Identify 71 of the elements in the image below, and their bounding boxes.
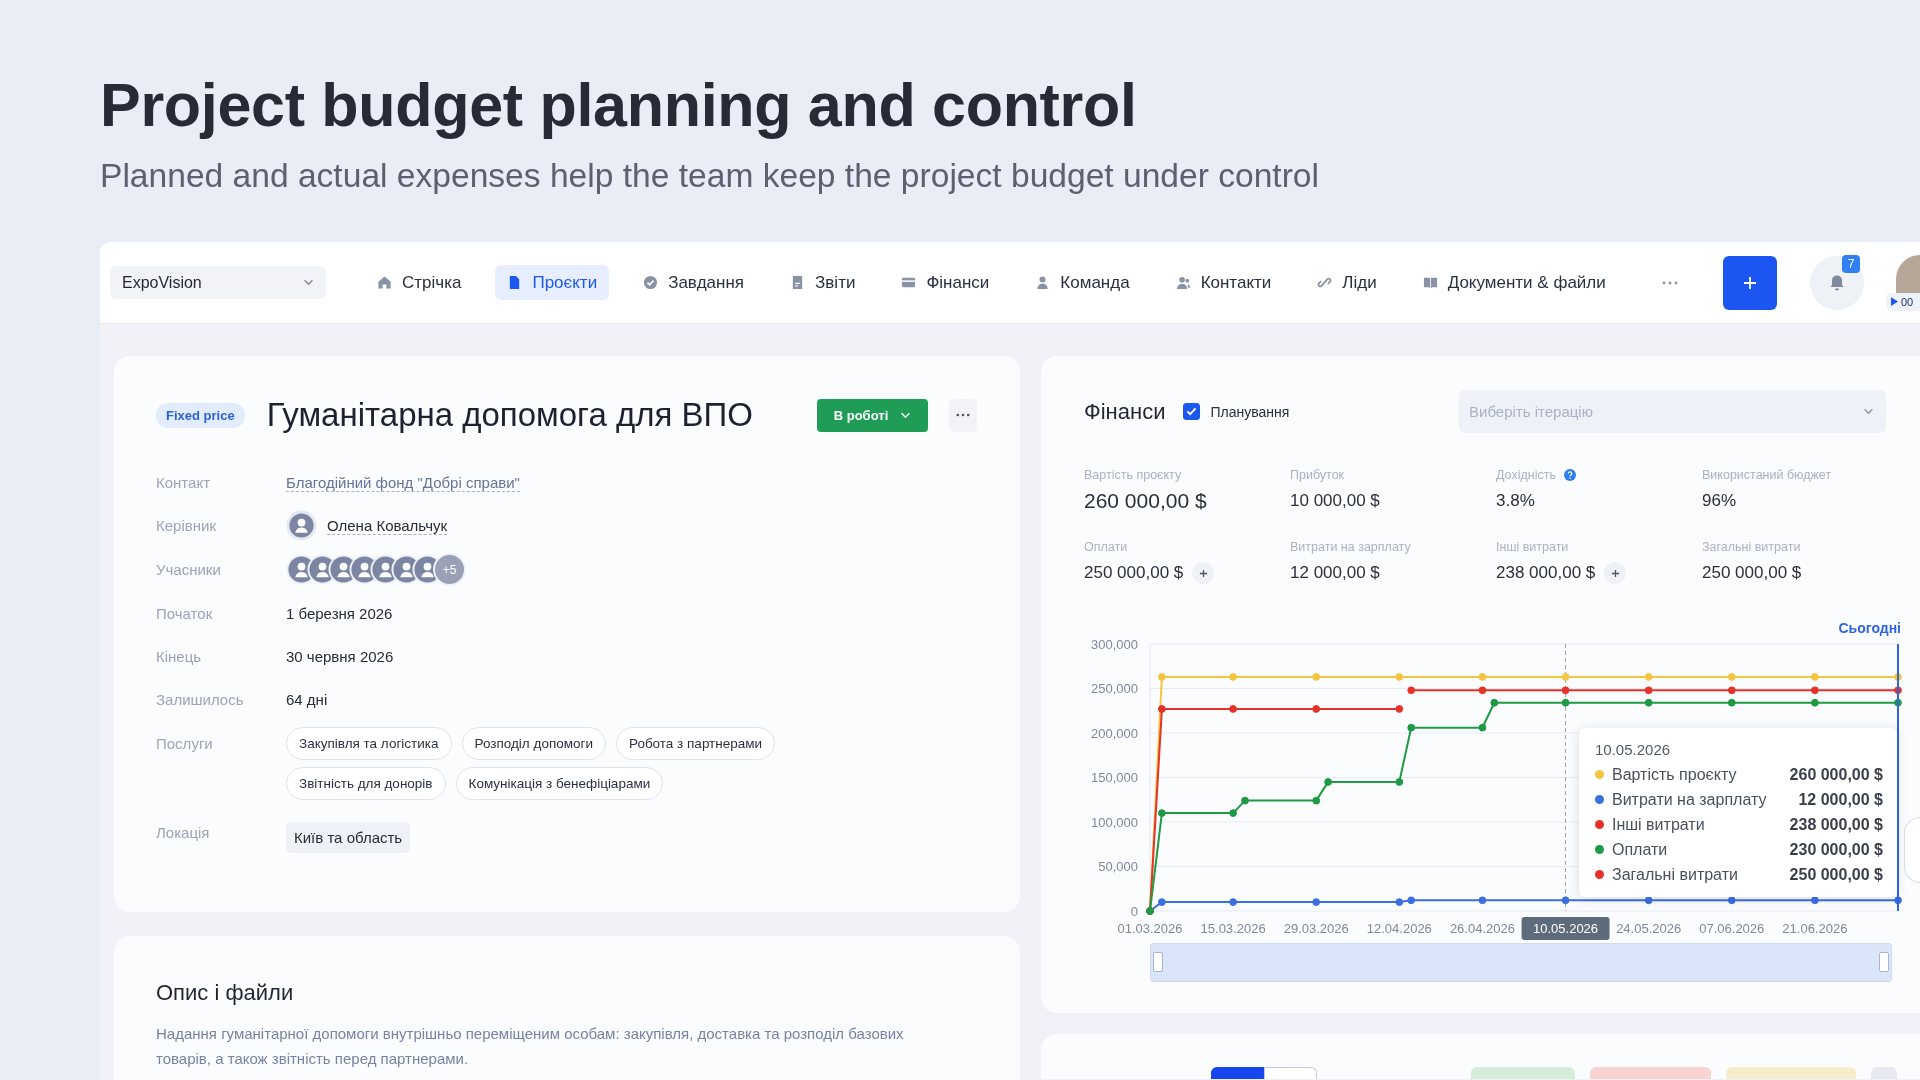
stat-value: 12 000,00 $	[1290, 563, 1380, 583]
y-axis-label: 50,000	[1098, 859, 1138, 874]
x-axis-label: 07.06.2026	[1699, 921, 1765, 936]
stat-value: 238 000,00 $	[1496, 563, 1596, 583]
tooltip-date: 10.05.2026	[1595, 740, 1672, 760]
y-axis-label: 100,000	[1091, 814, 1138, 830]
notification-badge: 7	[1842, 254, 1860, 273]
page-subtitle: Planned and actual expenses help the team keep the project budget under control	[100, 157, 1320, 195]
section-title: Опис і файли	[156, 979, 295, 1007]
timer-text: 00	[1901, 295, 1914, 308]
section-title: Фінанси	[1084, 398, 1166, 425]
service-tag: Комунікація з бенефіціарами	[455, 767, 664, 800]
stat-value: 250 000,00 $	[1084, 563, 1184, 583]
stat-value: 260 000,00 $	[1084, 489, 1207, 513]
x-axis-label: 15.03.2026	[1200, 921, 1266, 936]
field-label: Кінець	[156, 648, 203, 665]
tooltip-value: 230 000,00 $	[1789, 840, 1883, 859]
x-axis-label: 24.05.2026	[1616, 921, 1682, 936]
field-value: 64 дні	[286, 691, 328, 708]
tooltip-label: Інші витрати	[1612, 815, 1705, 834]
tooltip-value: 250 000,00 $	[1789, 865, 1883, 884]
stat-value: 96%	[1702, 491, 1737, 511]
planning-label: Планування	[1210, 403, 1290, 420]
field-value: 1 березня 2026	[286, 605, 393, 622]
x-axis-label: 12.04.2026	[1366, 921, 1432, 936]
x-axis-label: 29.03.2026	[1283, 921, 1349, 936]
y-axis-label: 300,000	[1091, 636, 1138, 652]
tooltip-label: Витрати на зарплату	[1612, 790, 1767, 809]
tooltip-label: Оплати	[1612, 840, 1668, 859]
field-label: Залишилось	[156, 691, 245, 708]
description-text: Надання гуманітарної допомоги внутрішньо переміщеним особам: закупівля, доставка та розподіл базових товарів, а також звітність перед партнерами.	[156, 1024, 905, 1069]
field-label: Початок	[156, 605, 214, 622]
field-value: 30 червня 2026	[286, 648, 394, 665]
field-label: Локація	[156, 824, 211, 841]
stat-label: Використаний бюджет	[1702, 468, 1832, 482]
service-tag: Розподіл допомоги	[461, 727, 606, 760]
service-tag: Закупівля та логістика	[286, 727, 452, 760]
x-tick-label: 10.05.2026	[1533, 921, 1599, 936]
tooltip-value: 260 000,00 $	[1789, 765, 1883, 784]
y-axis-label: 200,000	[1091, 725, 1138, 741]
stat-label: Загальні витрати	[1702, 540, 1801, 554]
stat-label: Вартість проєкту	[1084, 468, 1182, 482]
x-axis-label: 01.03.2026	[1117, 921, 1183, 936]
stat-value: 3.8%	[1496, 491, 1535, 511]
hover-date-label: 10.05.2026	[1521, 917, 1610, 940]
x-axis-label: 26.04.2026	[1449, 921, 1515, 936]
service-tag: Звітність для донорів	[286, 767, 446, 800]
tooltip-value: 12 000,00 $	[1798, 790, 1883, 809]
x-axis-label: 21.06.2026	[1782, 921, 1848, 936]
stat-value: 250 000,00 $	[1702, 563, 1802, 583]
stat-value: 10 000,00 $	[1290, 491, 1380, 511]
stat-label: Оплати	[1084, 540, 1128, 554]
project-title: Гуманітарна допомога для ВПО	[266, 396, 753, 434]
y-axis-label: 250,000	[1091, 681, 1138, 696]
location-tag: Київ та область	[286, 822, 411, 853]
y-axis-label: 150,000	[1091, 770, 1138, 785]
tooltip-label: Вартість проєкту	[1612, 765, 1737, 784]
y-axis-label: 0	[1130, 903, 1138, 919]
pricing-badge: Fixed price	[156, 402, 245, 428]
stat-label: Прибуток	[1290, 468, 1345, 482]
stat-label: Інші витрати	[1496, 540, 1569, 554]
tooltip-value: 238 000,00 $	[1789, 815, 1883, 834]
stat-label: Витрати на зарплату	[1290, 540, 1411, 554]
field-label: Послуги	[156, 734, 214, 752]
field-label: Керівник	[156, 517, 217, 534]
service-tag: Робота з партнерами	[615, 727, 776, 760]
tooltip-label: Загальні витрати	[1612, 865, 1738, 884]
stat-label: Дохідність	[1496, 468, 1556, 482]
page-title: Project budget planning and control	[100, 71, 1138, 139]
field-label: Учасники	[156, 561, 222, 578]
field-label: Контакт	[156, 474, 211, 491]
